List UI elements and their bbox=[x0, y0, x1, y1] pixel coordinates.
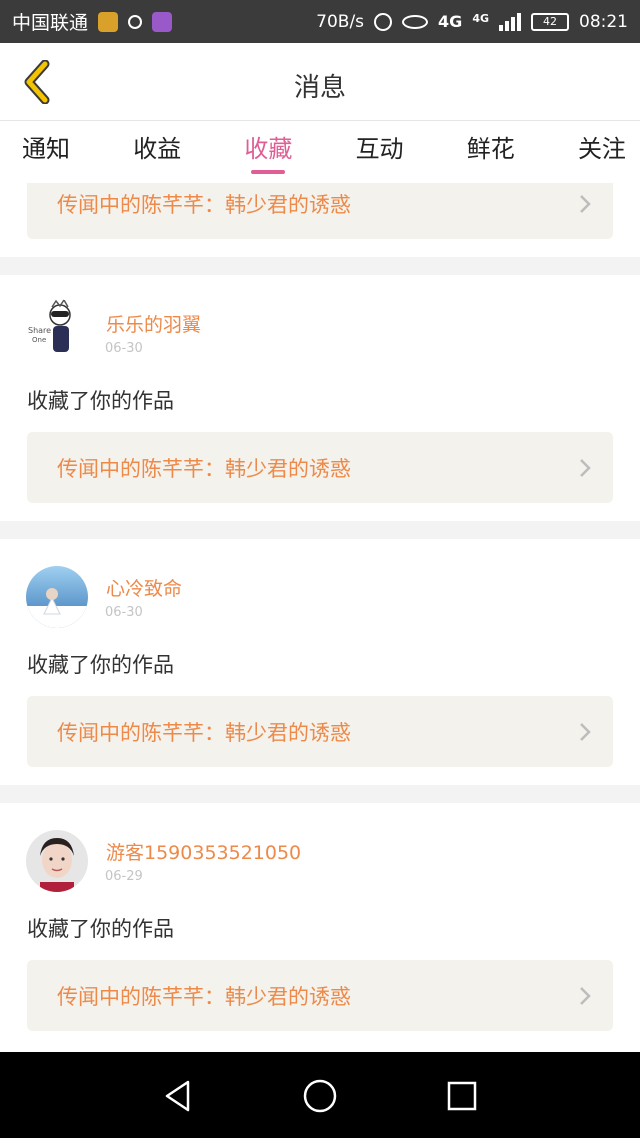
status-bar: 中国联通 70B/s 4G 4G 42 08:21 bbox=[0, 0, 640, 43]
tab-interactions[interactable]: 互动 bbox=[356, 121, 404, 183]
work-title: 传闻中的陈芊芊：韩少君的诱惑 bbox=[57, 192, 351, 217]
timestamp: 06-29 bbox=[105, 869, 143, 884]
avatar[interactable] bbox=[26, 566, 88, 628]
network-type: 4G bbox=[438, 12, 463, 31]
favorites-list: 传闻中的陈芊芊：韩少君的诱惑 Share One 乐乐的羽翼 06-30 收藏了… bbox=[0, 183, 640, 1052]
tab-following[interactable]: 关注 bbox=[578, 121, 626, 183]
network-speed: 70B/s bbox=[316, 11, 365, 32]
username[interactable]: 游客15903535​21050 bbox=[106, 838, 301, 865]
list-item: 心冷致命 06-30 收藏了你的作品 传闻中的陈芊芊：韩少君的诱惑 bbox=[0, 539, 640, 785]
network-type-small: 4G bbox=[472, 11, 489, 25]
list-item: Share One 乐乐的羽翼 06-30 收藏了你的作品 传闻中的陈芊芊：韩少… bbox=[0, 275, 640, 521]
lock-notification-icon bbox=[98, 11, 119, 32]
tab-flowers[interactable]: 鲜花 bbox=[467, 121, 515, 183]
page-title: 消息 bbox=[293, 73, 346, 103]
nav-home-button[interactable] bbox=[302, 1078, 338, 1114]
clock-time: 08:21 bbox=[579, 11, 628, 32]
action-text: 收藏了你的作品 bbox=[27, 917, 174, 941]
tab-earnings[interactable]: 收益 bbox=[133, 121, 181, 183]
settings-notification-icon bbox=[128, 14, 143, 29]
avatar[interactable]: Share One bbox=[26, 299, 88, 361]
list-item: 传闻中的陈芊芊：韩少君的诱惑 bbox=[0, 183, 640, 257]
chevron-right-icon bbox=[580, 986, 591, 1005]
work-link[interactable]: 传闻中的陈芊芊：韩少君的诱惑 bbox=[27, 696, 613, 767]
work-link[interactable]: 传闻中的陈芊芊：韩少君的诱惑 bbox=[27, 432, 613, 503]
cartoon-avatar-icon: Share One bbox=[28, 299, 71, 352]
chevron-right-icon bbox=[580, 458, 591, 477]
username[interactable]: 乐乐的羽翼 bbox=[106, 310, 201, 337]
battery-icon: 42 bbox=[531, 12, 569, 31]
system-navigation-bar bbox=[0, 1052, 640, 1138]
avatar[interactable] bbox=[26, 830, 88, 892]
square-recents-icon bbox=[447, 1081, 477, 1111]
signal-icon bbox=[499, 12, 521, 31]
photo-avatar-icon bbox=[26, 830, 88, 892]
timestamp: 06-30 bbox=[105, 605, 143, 620]
list-item: 游客15903535​21050 06-29 收藏了你的作品 传闻中的陈芊芊：韩… bbox=[0, 803, 640, 1052]
timestamp: 06-30 bbox=[105, 341, 143, 356]
nav-recents-button[interactable] bbox=[444, 1078, 480, 1114]
work-title: 传闻中的陈芊芊：韩少君的诱惑 bbox=[57, 720, 351, 745]
work-link[interactable]: 传闻中的陈芊芊：韩少君的诱惑 bbox=[27, 960, 613, 1031]
nav-back-button[interactable] bbox=[160, 1078, 196, 1114]
svg-text:One: One bbox=[32, 336, 46, 344]
app-header: 消息 bbox=[0, 43, 640, 121]
chevron-right-icon bbox=[580, 194, 591, 213]
work-title: 传闻中的陈芊芊：韩少君的诱惑 bbox=[57, 984, 351, 1009]
circle-home-icon bbox=[303, 1079, 337, 1113]
eye-comfort-icon bbox=[402, 14, 429, 29]
alarm-icon bbox=[374, 12, 393, 31]
work-link[interactable]: 传闻中的陈芊芊：韩少君的诱惑 bbox=[27, 183, 613, 239]
chevron-right-icon bbox=[580, 722, 591, 741]
triangle-back-icon bbox=[165, 1080, 190, 1112]
gallery-notification-icon bbox=[152, 11, 173, 32]
photo-avatar-icon bbox=[26, 566, 88, 628]
tab-bar: 通知 收益 收藏 互动 鲜花 关注 bbox=[0, 121, 640, 183]
svg-text:Share: Share bbox=[28, 326, 51, 335]
tab-favorites[interactable]: 收藏 bbox=[244, 121, 292, 183]
username[interactable]: 心冷致命 bbox=[106, 574, 182, 601]
work-title: 传闻中的陈芊芊：韩少君的诱惑 bbox=[57, 456, 351, 481]
tab-notifications[interactable]: 通知 bbox=[22, 121, 70, 183]
action-text: 收藏了你的作品 bbox=[27, 389, 174, 413]
carrier-label: 中国联通 bbox=[12, 12, 89, 34]
action-text: 收藏了你的作品 bbox=[27, 653, 174, 677]
